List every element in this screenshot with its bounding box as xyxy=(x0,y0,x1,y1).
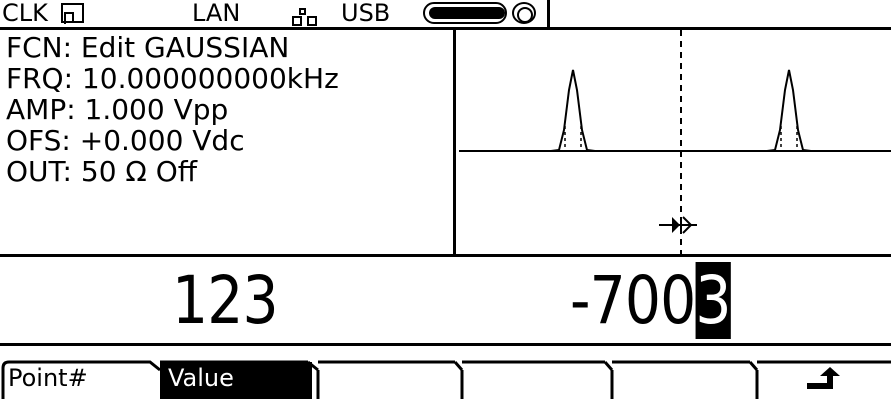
softkey-point-number[interactable]: Point# xyxy=(0,362,160,399)
status-bar: CLK LAN USB xyxy=(0,0,891,30)
softkey-3[interactable] xyxy=(318,362,456,399)
point-value-display[interactable]: -7003 xyxy=(570,261,732,341)
frequency-readout: FRQ: 10.000000000kHz xyxy=(6,62,339,95)
gaussian-pulse-right xyxy=(766,69,812,152)
softkey-4[interactable] xyxy=(462,362,606,399)
generator-display: CLK LAN USB FCN: Edit GAUSSIAN FRQ: 10.0… xyxy=(0,0,891,399)
usb-label: USB xyxy=(341,0,391,27)
function-readout: FCN: Edit GAUSSIAN xyxy=(6,31,290,64)
clk-label: CLK xyxy=(2,0,48,27)
parameter-panel: FCN: Edit GAUSSIAN FRQ: 10.000000000kHz … xyxy=(0,30,456,254)
output-readout: OUT: 50 Ω Off xyxy=(6,155,198,188)
softkey-point-number-label: Point# xyxy=(8,364,88,392)
lan-network-icon xyxy=(292,8,318,28)
softkey-value-label: Value xyxy=(168,364,234,392)
status-divider xyxy=(547,0,550,27)
softkey-return[interactable] xyxy=(757,362,891,399)
gaussian-pulse-left xyxy=(550,69,596,152)
point-value-digits: -700 xyxy=(570,262,696,339)
softkey-5[interactable] xyxy=(612,362,752,399)
usb-connector-icon xyxy=(423,2,511,24)
clock-square-wave-icon xyxy=(61,3,84,24)
point-number-display[interactable]: 123 xyxy=(172,261,279,341)
softkey-value[interactable]: Value xyxy=(160,362,312,399)
amplitude-readout: AMP: 1.000 Vpp xyxy=(6,93,229,126)
waveform-preview xyxy=(459,30,891,254)
record-indicator-icon xyxy=(512,2,536,24)
softkey-bar: Point# Value xyxy=(0,346,891,399)
offset-readout: OFS: +0.000 Vdc xyxy=(6,124,245,157)
point-marker-icon xyxy=(659,216,697,234)
edit-value-area[interactable]: 123 -7003 xyxy=(0,254,891,346)
edit-cursor-digit[interactable]: 3 xyxy=(695,262,732,339)
return-arrow-icon xyxy=(807,367,840,389)
lan-label: LAN xyxy=(192,0,241,27)
